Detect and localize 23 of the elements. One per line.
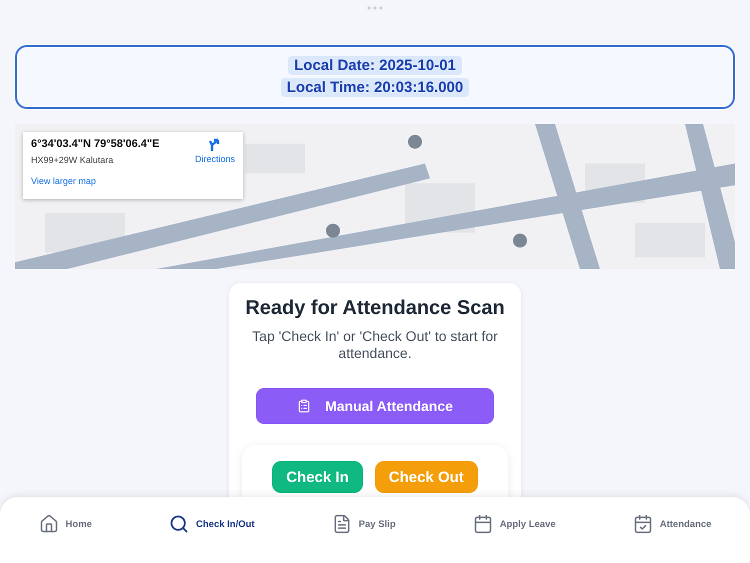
local-time: Local Time: 20:03:16.000 — [280, 78, 470, 98]
nav-tab[interactable]: Check In/Out — [169, 514, 255, 534]
clipboard-icon — [297, 399, 312, 414]
dots-icon — [367, 6, 383, 10]
card-title: Ready for Attendance Scan — [245, 297, 505, 320]
directions-link[interactable]: Directions — [194, 138, 235, 193]
search-icon — [169, 514, 189, 534]
home-icon — [38, 514, 59, 534]
card-subtitle: Tap 'Check In' or 'Check Out' to start for attendance. — [251, 328, 499, 362]
view-larger-map-link[interactable]: View larger map — [31, 176, 195, 186]
nav-tab[interactable]: Attendance — [632, 514, 712, 534]
local-date: Local Date: 2025-10-01 — [288, 56, 462, 76]
plus-code: HX99+29W Kalutara — [31, 154, 114, 165]
calendar-check-icon — [632, 514, 653, 534]
check-in-button[interactable]: Check In — [272, 461, 363, 494]
nav-tab[interactable]: Apply Leave — [472, 514, 556, 534]
nav-tab[interactable]: Home — [38, 514, 92, 534]
manual-attendance-button[interactable]: Manual Attendance — [256, 388, 494, 424]
calendar-icon — [472, 514, 493, 534]
coordinates: 6°34'03.4"N 79°58'06.4"E — [31, 138, 160, 150]
document-icon — [332, 514, 352, 534]
directions-icon — [208, 138, 221, 151]
nav-tab[interactable]: Pay Slip — [332, 514, 396, 534]
